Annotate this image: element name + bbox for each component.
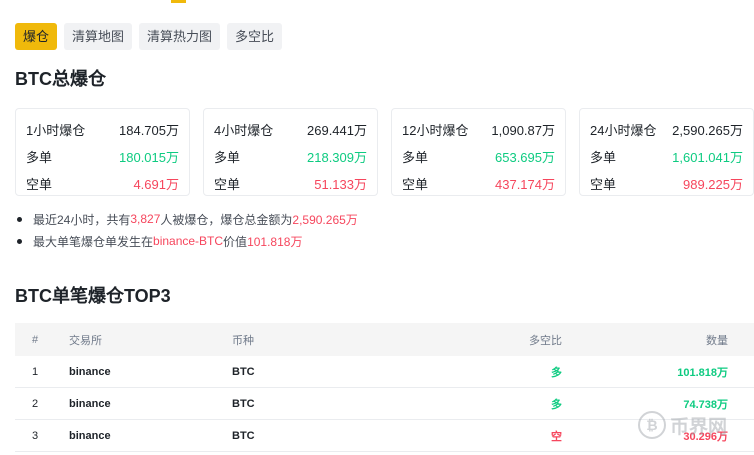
note-text: 人被爆仓，爆仓总金额为 (160, 212, 293, 227)
row-side: 空 (551, 430, 562, 443)
table-header: # 交易所 币种 多空比 数量 (15, 323, 754, 356)
card-period-label: 12小时爆仓 (402, 123, 469, 138)
summary-notes: 最近24小时，共有 3,827 人被爆仓，爆仓总金额为 2,590.265万 最大单笔… (17, 208, 358, 252)
row-coin: BTC (232, 397, 255, 410)
card-24h: 24小时爆仓 2,590.265万 多单 1,601.041万 空单 989.225万 (579, 108, 754, 196)
note-highlight-amount: 101.818万 (247, 234, 303, 249)
card-total-value: 2,590.265万 (672, 123, 743, 138)
bitcoin-logo-icon: ₿ (638, 411, 666, 439)
total-liquidation-title: BTC总爆仓 (15, 69, 106, 89)
tab-liquidation-map[interactable]: 清算地图 (64, 23, 133, 50)
card-total-value: 1,090.87万 (491, 123, 555, 138)
row-amount: 74.738万 (683, 398, 728, 411)
note-highlight-exchange: binance-BTC (153, 234, 224, 248)
row-index: 3 (32, 429, 39, 442)
row-side: 多 (551, 398, 562, 411)
card-period-label: 4小时爆仓 (214, 123, 274, 138)
summary-note-24h: 最近24小时，共有 3,827 人被爆仓，爆仓总金额为 2,590.265万 (17, 208, 358, 230)
row-coin: BTC (232, 365, 255, 378)
card-period-label: 1小时爆仓 (26, 123, 86, 138)
watermark-text: 币界网 (670, 416, 728, 438)
card-short-label: 空单 (402, 177, 429, 192)
tab-bar: 爆仓 清算地图 清算热力图 多空比 (15, 23, 283, 50)
note-text: 价值 (223, 234, 248, 249)
watermark: ₿ 币界网 (638, 411, 727, 439)
card-long-value: 180.015万 (119, 150, 179, 165)
header-amount: 数量 (706, 334, 728, 347)
header-coin: 币种 (232, 334, 254, 347)
row-exchange: binance (69, 397, 111, 410)
card-1h: 1小时爆仓 184.705万 多单 180.015万 空单 4.691万 (15, 108, 190, 196)
card-total-value: 184.705万 (119, 123, 179, 138)
tab-liquidation[interactable]: 爆仓 (15, 23, 58, 50)
card-short-value: 437.174万 (495, 177, 555, 192)
summary-note-largest: 最大单笔爆仓单发生在 binance-BTC 价值 101.818万 (17, 230, 358, 252)
card-short-label: 空单 (214, 177, 241, 192)
row-index: 1 (32, 365, 39, 378)
note-highlight-count: 3,827 (130, 212, 161, 226)
tab-liquidation-heatmap[interactable]: 清算热力图 (139, 23, 221, 50)
card-4h: 4小时爆仓 269.441万 多单 218.309万 空单 51.133万 (203, 108, 378, 196)
card-long-label: 多单 (590, 150, 617, 165)
header-exchange: 交易所 (69, 334, 102, 347)
note-text: 最大单笔爆仓单发生在 (33, 234, 154, 249)
header-index: # (32, 333, 39, 346)
row-coin: BTC (232, 429, 255, 442)
row-amount: 101.818万 (677, 366, 728, 379)
card-long-value: 653.695万 (495, 150, 555, 165)
row-side: 多 (551, 366, 562, 379)
bullet-dot (17, 216, 22, 222)
top-accent-bar (171, 0, 186, 3)
card-short-label: 空单 (26, 177, 53, 192)
card-short-value: 51.133万 (314, 177, 367, 192)
top3-title: BTC单笔爆仓TOP3 (15, 286, 171, 306)
table-row: 1 binance BTC 多 101.818万 (15, 356, 754, 388)
card-total-value: 269.441万 (307, 123, 367, 138)
bullet-dot (17, 238, 22, 244)
header-long-short: 多空比 (529, 334, 562, 347)
row-exchange: binance (69, 365, 111, 378)
card-long-value: 1,601.041万 (672, 150, 743, 165)
card-short-value: 989.225万 (683, 177, 743, 192)
liquidation-cards: 1小时爆仓 184.705万 多单 180.015万 空单 4.691万 4小时爆仓 2… (15, 108, 754, 196)
note-highlight-amount: 2,590.265万 (292, 212, 358, 227)
card-long-label: 多单 (402, 150, 429, 165)
card-long-label: 多单 (214, 150, 241, 165)
card-long-value: 218.309万 (307, 150, 367, 165)
card-12h: 12小时爆仓 1,090.87万 多单 653.695万 空单 437.174万 (391, 108, 566, 196)
note-text: 最近24小时，共有 (33, 212, 131, 227)
row-index: 2 (32, 397, 39, 410)
card-long-label: 多单 (26, 150, 53, 165)
card-short-value: 4.691万 (133, 177, 179, 192)
tab-long-short-ratio[interactable]: 多空比 (227, 23, 283, 50)
card-period-label: 24小时爆仓 (590, 123, 657, 138)
row-exchange: binance (69, 429, 111, 442)
card-short-label: 空单 (590, 177, 617, 192)
